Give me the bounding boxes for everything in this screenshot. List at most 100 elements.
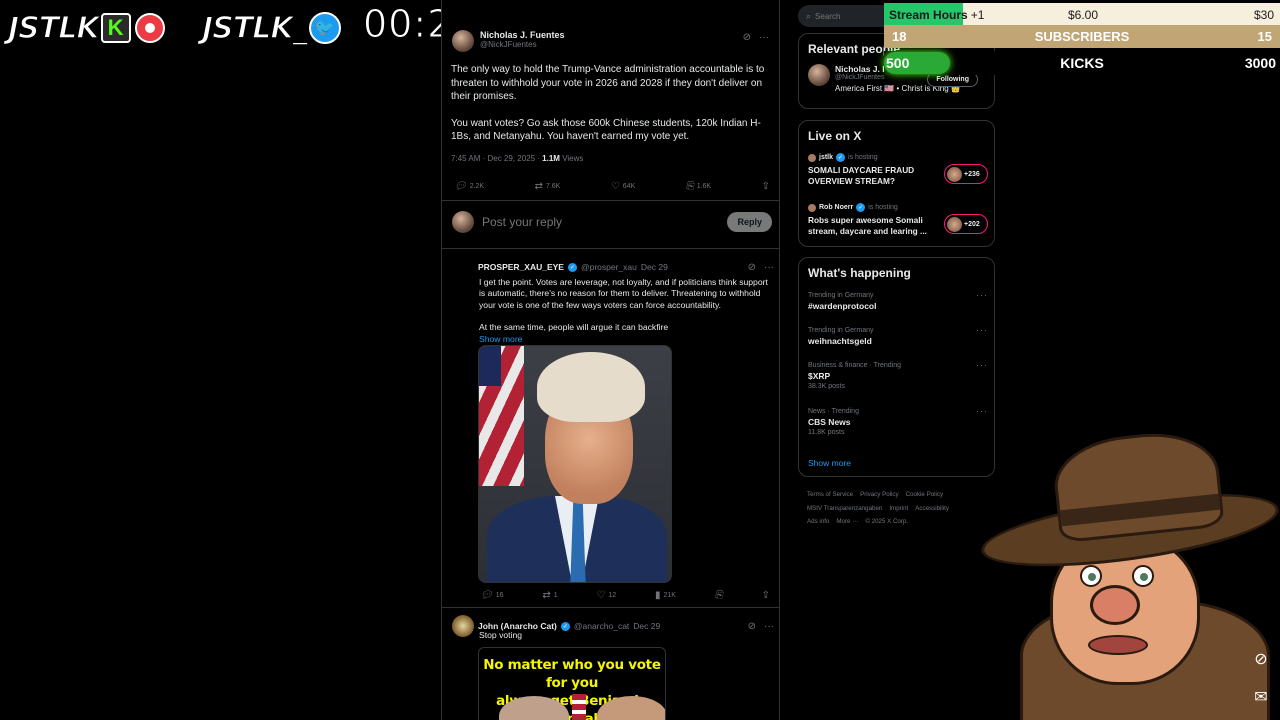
live-on-x-panel: Live on X jstlk ✓ is hosting SOMALI DAYCAR… xyxy=(798,120,995,247)
author-name[interactable]: Nicholas J. Fuentes xyxy=(480,30,565,40)
avatar[interactable] xyxy=(452,615,474,637)
grok-logo-icon[interactable]: ⊘ xyxy=(1250,648,1272,670)
more-options-icon[interactable]: ··· xyxy=(764,621,774,632)
footer-link[interactable]: Imprint xyxy=(889,505,908,512)
reply-tweet[interactable]: John (Anarcho Cat) ✓ @anarcho_cat Dec 29… xyxy=(452,615,774,641)
mascot-mouth xyxy=(1088,635,1148,655)
verified-icon: ✓ xyxy=(560,621,570,631)
grok-icon[interactable]: ⊘ xyxy=(748,262,756,273)
bookmark-action[interactable]: ⎘ xyxy=(715,590,723,601)
repost-icon: ⇄ xyxy=(542,590,551,601)
live-item[interactable]: jstlk ✓ is hosting SOMALI DAYCARE FRAUD OV… xyxy=(808,153,988,187)
live-record-icon xyxy=(134,13,165,43)
footer-link[interactable]: Accessibility xyxy=(915,505,949,512)
flag-graphic xyxy=(479,346,524,486)
panel-title: Live on X xyxy=(808,129,862,143)
goal-target: 3000 xyxy=(1244,55,1276,71)
like-count: 12 xyxy=(608,592,617,599)
view-count: 1.1M xyxy=(542,154,560,163)
reply-handle[interactable]: @anarcho_cat xyxy=(574,621,629,631)
show-more-link[interactable]: Show more xyxy=(808,458,851,468)
reply-date[interactable]: Dec 29 xyxy=(633,621,660,631)
twitter-branding: JSTLK_ 🐦 xyxy=(201,8,341,48)
trend-name: CBS News xyxy=(808,417,851,427)
trend-item[interactable]: News · Trending CBS News 11.8K posts ··· xyxy=(808,406,988,436)
trend-item[interactable]: Trending in Germany weihnachtsgeld ··· xyxy=(808,325,988,346)
trend-item[interactable]: Trending in Germany #wardenprotocol ··· xyxy=(808,290,988,311)
reply-action[interactable]: 💬︎ 16 xyxy=(480,590,504,601)
verified-icon: ✓ xyxy=(567,262,577,272)
like-count: 64K xyxy=(622,183,636,190)
show-more-link[interactable]: Show more xyxy=(479,334,774,344)
goal-target: $30 xyxy=(1253,7,1274,22)
trend-item[interactable]: Business & finance · Trending $XRP 38.3K… xyxy=(808,360,988,390)
whats-happening-panel: What's happening Trending in Germany #wa… xyxy=(798,257,995,477)
host-name: jstlk xyxy=(819,154,834,161)
footer-link[interactable]: Cookie Policy xyxy=(906,491,944,498)
tweet-timestamp[interactable]: 7:45 AM · Dec 29, 2025 · xyxy=(451,154,542,163)
trend-name: $XRP xyxy=(808,371,831,381)
reply-image[interactable] xyxy=(478,345,672,583)
more-options-icon[interactable]: ··· xyxy=(759,32,769,43)
repost-action[interactable]: ⇄ 7.6K xyxy=(535,181,561,192)
live-title: Robs super awesome Somali stream, daycar… xyxy=(808,215,927,236)
bookmark-count: 1.6K xyxy=(696,183,712,190)
search-input[interactable] xyxy=(815,11,876,21)
tweet-column: Nicholas J. Fuentes @NickJFuentes ⊘ ··· … xyxy=(441,0,780,720)
reply-handle[interactable]: @prosper_xau xyxy=(581,262,637,272)
reply-button[interactable]: Reply xyxy=(727,212,772,232)
footer-link[interactable]: MStV Transparenzangaben xyxy=(807,505,882,512)
trend-posts: 11.8K posts xyxy=(808,429,845,436)
tweet-top-icons: ⊘ ··· xyxy=(743,32,769,43)
avatar[interactable] xyxy=(452,256,474,278)
like-action[interactable]: ♡ 64K xyxy=(611,181,635,192)
more-options-icon[interactable]: ··· xyxy=(976,406,988,416)
reply-image[interactable]: No matter who you vote for you always ge… xyxy=(478,647,666,720)
avatar[interactable] xyxy=(452,30,474,52)
footer-link[interactable]: Privacy Policy xyxy=(860,491,899,498)
footer-link[interactable]: Terms of Service xyxy=(807,491,853,498)
trend-category: Trending in Germany xyxy=(808,292,874,299)
reply-input[interactable] xyxy=(482,215,728,229)
live-item[interactable]: Rob Noerr ✓ is hosting Robs super awesome … xyxy=(808,203,988,237)
divider xyxy=(442,200,779,201)
grok-icon[interactable]: ⊘ xyxy=(748,621,756,632)
listener-pill[interactable]: +236 xyxy=(944,164,988,184)
trend-name: #wardenprotocol xyxy=(808,301,877,311)
more-options-icon[interactable]: ··· xyxy=(976,325,988,335)
reply-author-name[interactable]: PROSPER_XAU_EYE xyxy=(478,262,564,272)
search-bar[interactable]: ⌕ xyxy=(798,5,894,27)
more-options-icon[interactable]: ··· xyxy=(976,360,988,370)
tweet-actions: 💬︎ 2.2K ⇄ 7.6K ♡ 64K ⎘ 1.6K ⇪ xyxy=(454,181,770,192)
footer-link[interactable]: Ads info xyxy=(807,518,829,525)
bookmark-icon: ⎘ xyxy=(714,590,723,601)
reply-tweet[interactable]: PROSPER_XAU_EYE ✓ @prosper_xau Dec 29 ⊘ ·… xyxy=(452,256,774,344)
share-action[interactable]: ⇪ xyxy=(762,590,770,601)
reply-count: 2.2K xyxy=(469,183,485,190)
footer-link[interactable]: More ··· xyxy=(836,518,858,525)
views-label: Views xyxy=(559,154,584,163)
verified-icon: ✓ xyxy=(856,203,866,212)
views-action[interactable]: ▮ 21K xyxy=(655,590,676,601)
trend-category: News · Trending xyxy=(808,408,859,415)
host-avatar xyxy=(808,153,816,162)
search-icon: ⌕ xyxy=(806,10,812,21)
more-options-icon[interactable]: ··· xyxy=(976,290,988,300)
messages-icon[interactable]: ✉ xyxy=(1250,686,1272,708)
repost-action[interactable]: ⇄ 1 xyxy=(542,590,557,601)
reply-action[interactable]: 💬︎ 2.2K xyxy=(454,181,484,192)
grok-icon[interactable]: ⊘ xyxy=(743,32,751,43)
more-options-icon[interactable]: ··· xyxy=(764,262,774,273)
author-handle[interactable]: @NickJFuentes xyxy=(480,40,565,49)
repost-count: 1 xyxy=(553,592,558,599)
avatar[interactable] xyxy=(808,64,830,86)
like-action[interactable]: ♡ 12 xyxy=(596,590,616,601)
reply-count: 16 xyxy=(495,592,504,599)
kicks-goal: 500 KICKS 3000 xyxy=(884,51,1280,75)
share-action[interactable]: ⇪ xyxy=(762,181,770,192)
bookmark-action[interactable]: ⎘ 1.6K xyxy=(686,181,711,192)
reply-date[interactable]: Dec 29 xyxy=(641,262,668,272)
detective-mascot xyxy=(977,426,1280,720)
listener-pill[interactable]: +202 xyxy=(944,214,988,234)
listener-avatar xyxy=(947,166,962,182)
